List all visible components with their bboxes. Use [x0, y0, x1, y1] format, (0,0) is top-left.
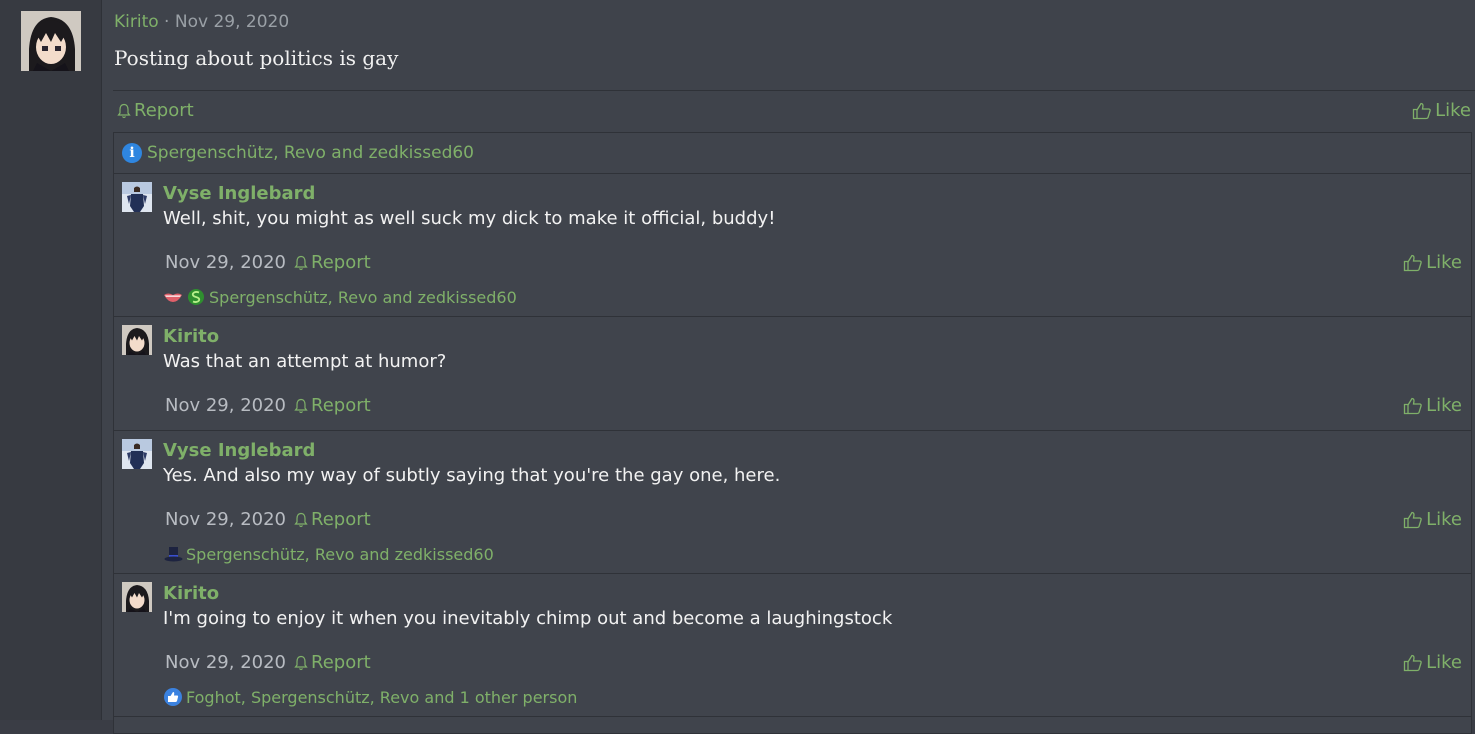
- vyse-avatar-image: [122, 439, 152, 469]
- comment-date[interactable]: Nov 29, 2020: [165, 395, 286, 416]
- comment-text: Was that an attempt at humor?: [163, 351, 447, 372]
- report-label: Report: [311, 652, 371, 673]
- comment-reactions[interactable]: Foghot, Spergenschütz, Revo and 1 other …: [163, 687, 577, 707]
- report-label: Report: [311, 252, 371, 273]
- report-label: Report: [311, 509, 371, 530]
- like-label: Like: [1426, 509, 1462, 530]
- thumbs-up-outline-icon: [1403, 654, 1423, 672]
- header-separator: ·: [158, 12, 175, 32]
- comment-text: I'm going to enjoy it when you inevitabl…: [163, 608, 893, 629]
- comment-author[interactable]: Kirito: [163, 326, 219, 347]
- report-label: Report: [134, 100, 194, 121]
- dollar-laugh-icon: [186, 287, 206, 307]
- comment-reactions[interactable]: Spergenschütz, Revo and zedkissed60: [163, 544, 494, 564]
- like-button[interactable]: Like: [1403, 252, 1462, 273]
- comment-date[interactable]: Nov 29, 2020: [165, 652, 286, 673]
- reactions-text: Spergenschütz, Revo and zedkissed60: [209, 287, 517, 307]
- thumbs-up-outline-icon: [1412, 102, 1432, 120]
- like-button[interactable]: Like: [1403, 652, 1462, 673]
- comment-date[interactable]: Nov 29, 2020: [165, 252, 286, 273]
- bell-icon: [294, 512, 308, 528]
- left-gutter: [0, 0, 101, 720]
- reactions-text: Spergenschütz, Revo and zedkissed60: [186, 544, 494, 564]
- comment: Vyse Inglebard Well, shit, you might as …: [114, 174, 1471, 317]
- comment: Kirito I'm going to enjoy it when you in…: [114, 574, 1471, 717]
- kirito-avatar-image: [21, 11, 81, 71]
- like-button[interactable]: Like: [1403, 395, 1462, 416]
- report-button[interactable]: Report: [294, 252, 371, 273]
- thumbs-up-outline-icon: [1403, 511, 1423, 529]
- info-icon: i: [122, 143, 142, 163]
- avatar[interactable]: [122, 439, 152, 469]
- post-text: Posting about politics is gay: [114, 46, 399, 70]
- comments-box: i Spergenschütz, Revo and zedkissed60 Vy…: [113, 132, 1472, 734]
- post-reactions-text[interactable]: Spergenschütz, Revo and zedkissed60: [147, 143, 474, 163]
- comment-text: Well, shit, you might as well suck my di…: [163, 208, 776, 229]
- like-label: Like: [1426, 395, 1462, 416]
- post-reactions-bar[interactable]: i Spergenschütz, Revo and zedkissed60: [114, 133, 1471, 174]
- comment: Kirito Was that an attempt at humor? Nov…: [114, 317, 1471, 431]
- comment-author[interactable]: Vyse Inglebard: [163, 440, 315, 461]
- reactions-text: Foghot, Spergenschütz, Revo and 1 other …: [186, 687, 578, 707]
- comment-text: Yes. And also my way of subtly saying th…: [163, 465, 781, 486]
- comment-date[interactable]: Nov 29, 2020: [165, 509, 286, 530]
- post-actions: Report Like: [113, 90, 1475, 131]
- report-button[interactable]: Report: [294, 395, 371, 416]
- report-button[interactable]: Report: [117, 100, 194, 121]
- bell-icon: [294, 398, 308, 414]
- bell-icon: [294, 255, 308, 271]
- like-button[interactable]: Like: [1412, 100, 1471, 121]
- thumbs-up-outline-icon: [1403, 397, 1423, 415]
- like-label: Like: [1435, 100, 1471, 121]
- vyse-avatar-image: [122, 182, 152, 212]
- comment: Vyse Inglebard Yes. And also my way of s…: [114, 431, 1471, 574]
- post-header: Kirito · Nov 29, 2020: [114, 12, 289, 32]
- like-label: Like: [1426, 652, 1462, 673]
- kirito-avatar-image: [122, 325, 152, 355]
- avatar[interactable]: [21, 11, 81, 71]
- bell-icon: [117, 103, 131, 119]
- comment-author[interactable]: Vyse Inglebard: [163, 183, 315, 204]
- avatar[interactable]: [122, 182, 152, 212]
- avatar[interactable]: [122, 325, 152, 355]
- lips-icon: [163, 287, 183, 307]
- comment-author[interactable]: Kirito: [163, 583, 219, 604]
- report-label: Report: [311, 395, 371, 416]
- post-body: Kirito · Nov 29, 2020 Posting about poli…: [101, 0, 1475, 734]
- like-button[interactable]: Like: [1403, 509, 1462, 530]
- report-button[interactable]: Report: [294, 652, 371, 673]
- bell-icon: [294, 655, 308, 671]
- thumbs-up-icon: [163, 687, 183, 707]
- post-author[interactable]: Kirito: [114, 12, 159, 32]
- comment-reactions[interactable]: Spergenschütz, Revo and zedkissed60: [163, 287, 517, 307]
- top-hat-icon: [163, 544, 183, 564]
- thumbs-up-outline-icon: [1403, 254, 1423, 272]
- report-button[interactable]: Report: [294, 509, 371, 530]
- kirito-avatar-image: [122, 582, 152, 612]
- avatar[interactable]: [122, 582, 152, 612]
- like-label: Like: [1426, 252, 1462, 273]
- post-date[interactable]: Nov 29, 2020: [175, 12, 289, 32]
